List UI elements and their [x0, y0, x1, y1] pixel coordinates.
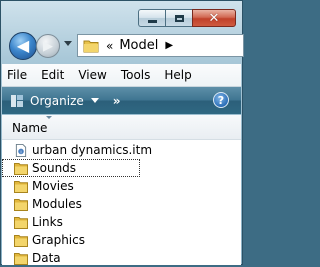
- minimize-button[interactable]: [138, 9, 165, 27]
- sort-indicator-icon: [46, 116, 52, 119]
- svg-text:i: i: [20, 149, 21, 155]
- list-item[interactable]: Links: [2, 213, 241, 231]
- forward-button[interactable]: ▶: [36, 34, 60, 58]
- caption-buttons: ✕: [138, 9, 236, 27]
- breadcrumb-separator-icon[interactable]: ▶: [165, 40, 173, 51]
- folder-icon: [14, 180, 28, 193]
- menu-help[interactable]: Help: [157, 68, 198, 82]
- file-list: Name i urban dynamics.itm Sounds Movies …: [2, 115, 241, 265]
- minimize-icon: [147, 20, 157, 23]
- organize-label: Organize: [30, 93, 84, 108]
- folder-icon: [14, 216, 28, 229]
- forward-arrow-icon: ▶: [43, 38, 53, 54]
- column-header-name[interactable]: Name: [2, 115, 241, 140]
- list-item[interactable]: Graphics: [2, 231, 241, 249]
- list-item[interactable]: Movies: [2, 177, 241, 195]
- menu-view[interactable]: View: [71, 68, 113, 82]
- menu-tools[interactable]: Tools: [114, 68, 158, 82]
- list-item[interactable]: Modules: [2, 195, 241, 213]
- list-item-label: Data: [32, 251, 61, 265]
- list-item[interactable]: Sounds: [2, 159, 140, 177]
- command-bar: Organize » ?: [2, 87, 241, 114]
- folder-icon: [14, 162, 28, 175]
- back-button[interactable]: ◀: [9, 32, 37, 60]
- list-item-label: Modules: [32, 197, 82, 211]
- maximize-button[interactable]: [165, 9, 192, 27]
- organize-dropdown-icon: [90, 98, 99, 103]
- file-rows: i urban dynamics.itm Sounds Movies Modul…: [2, 141, 241, 267]
- list-item[interactable]: i urban dynamics.itm: [2, 141, 241, 159]
- list-item-label: Sounds: [32, 161, 77, 175]
- column-header-label: Name: [12, 121, 48, 135]
- list-item-label: Graphics: [32, 233, 85, 247]
- folder-icon: [83, 40, 99, 52]
- help-button[interactable]: ?: [213, 92, 229, 108]
- address-location[interactable]: Model: [119, 38, 158, 53]
- document-icon: i: [15, 143, 27, 157]
- maximize-icon: [174, 14, 184, 22]
- folder-icon: [14, 252, 28, 265]
- organize-button[interactable]: Organize: [10, 94, 99, 108]
- folder-icon: [14, 234, 28, 247]
- menu-file[interactable]: File: [2, 68, 34, 82]
- recent-pages-dropdown[interactable]: [64, 41, 72, 46]
- organize-icon: [11, 94, 23, 107]
- list-item[interactable]: Data: [2, 249, 241, 267]
- close-button[interactable]: ✕: [192, 9, 236, 27]
- menu-edit[interactable]: Edit: [34, 68, 71, 82]
- address-bar[interactable]: « Model ▶: [77, 34, 244, 57]
- list-item-label: Movies: [32, 179, 74, 193]
- list-item-label: urban dynamics.itm: [32, 143, 153, 157]
- back-arrow-icon: ◀: [16, 36, 30, 55]
- folder-icon: [14, 198, 28, 211]
- hidden-path-chevron[interactable]: «: [106, 39, 113, 53]
- navigation-bar: ◀ ▶ « Model ▶: [9, 31, 244, 61]
- explorer-window: ✕ ◀ ▶ « Model ▶ File Edit View Tools Hel…: [0, 0, 244, 265]
- list-item-label: Links: [32, 215, 63, 229]
- more-commands-button[interactable]: »: [113, 94, 121, 108]
- close-icon: ✕: [208, 10, 220, 26]
- menu-bar: File Edit View Tools Help: [2, 64, 241, 87]
